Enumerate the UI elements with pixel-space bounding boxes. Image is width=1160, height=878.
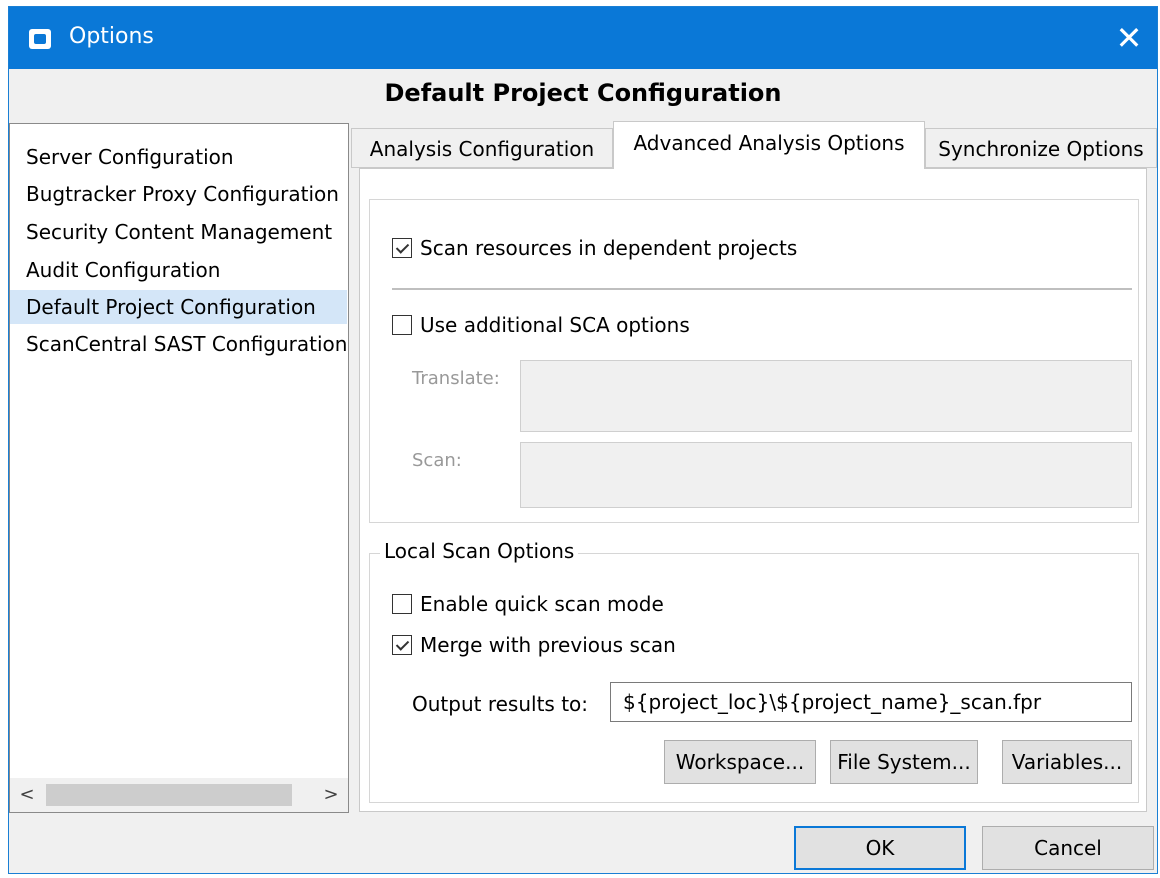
nav-item-default-project-configuration[interactable]: Default Project Configuration bbox=[10, 290, 347, 324]
use-sca-checkbox-row[interactable]: Use additional SCA options bbox=[392, 313, 690, 337]
scan-input[interactable] bbox=[520, 442, 1132, 508]
scroll-left-arrow-icon[interactable]: < bbox=[10, 778, 44, 812]
local-scan-options-legend: Local Scan Options bbox=[380, 539, 579, 563]
ok-button[interactable]: OK bbox=[794, 826, 966, 870]
scrollbar-thumb[interactable] bbox=[46, 784, 292, 806]
app-icon bbox=[29, 29, 51, 49]
advanced-analysis-panel: Scan resources in dependent projects Use… bbox=[359, 168, 1147, 812]
translate-label: Translate: bbox=[412, 368, 500, 389]
tab-analysis-configuration[interactable]: Analysis Configuration bbox=[351, 128, 613, 168]
options-dialog: Options ✕ Default Project Configuration … bbox=[8, 6, 1158, 874]
local-scan-options-group: Local Scan Options Enable quick scan mod… bbox=[369, 539, 1139, 803]
output-results-input[interactable]: ${project_loc}\${project_name}_scan.fpr bbox=[610, 682, 1132, 722]
merge-checkbox-row[interactable]: Merge with previous scan bbox=[392, 633, 676, 657]
nav-item-audit-configuration[interactable]: Audit Configuration bbox=[10, 253, 347, 287]
quick-scan-label: Enable quick scan mode bbox=[420, 592, 664, 616]
use-sca-checkbox[interactable] bbox=[392, 315, 412, 335]
title-bar[interactable]: Options ✕ bbox=[9, 7, 1157, 69]
quick-scan-checkbox-row[interactable]: Enable quick scan mode bbox=[392, 592, 664, 616]
scan-dependent-label: Scan resources in dependent projects bbox=[420, 236, 798, 260]
quick-scan-checkbox[interactable] bbox=[392, 594, 412, 614]
tab-synchronize-options[interactable]: Synchronize Options bbox=[925, 128, 1157, 168]
use-sca-label: Use additional SCA options bbox=[420, 313, 690, 337]
horizontal-scrollbar[interactable]: < > bbox=[10, 778, 348, 812]
preferences-nav-list[interactable]: Server Configuration Bugtracker Proxy Co… bbox=[9, 123, 349, 813]
tab-advanced-analysis-options[interactable]: Advanced Analysis Options bbox=[613, 121, 925, 169]
scan-dependent-checkbox[interactable] bbox=[392, 238, 412, 258]
merge-checkbox[interactable] bbox=[392, 635, 412, 655]
scroll-right-arrow-icon[interactable]: > bbox=[314, 778, 348, 812]
nav-item-scancentral-sast-configuration[interactable]: ScanCentral SAST Configuration bbox=[10, 327, 347, 361]
cancel-button[interactable]: Cancel bbox=[982, 826, 1154, 870]
workspace-button[interactable]: Workspace... bbox=[664, 740, 816, 784]
page-title: Default Project Configuration bbox=[384, 79, 782, 107]
scan-dependent-checkbox-row[interactable]: Scan resources in dependent projects bbox=[392, 236, 797, 260]
close-button[interactable]: ✕ bbox=[1101, 7, 1157, 69]
scan-label: Scan: bbox=[412, 450, 462, 471]
translate-input[interactable] bbox=[520, 360, 1132, 432]
output-results-label: Output results to: bbox=[412, 692, 589, 716]
nav-item-security-content-management[interactable]: Security Content Management bbox=[10, 215, 347, 249]
window-title: Options bbox=[69, 24, 154, 49]
merge-label: Merge with previous scan bbox=[420, 633, 676, 657]
analysis-options-group: Scan resources in dependent projects Use… bbox=[369, 199, 1139, 523]
file-system-button[interactable]: File System... bbox=[830, 740, 978, 784]
variables-button[interactable]: Variables... bbox=[1002, 740, 1132, 784]
separator bbox=[392, 288, 1132, 290]
nav-item-bugtracker-proxy-configuration[interactable]: Bugtracker Proxy Configuration bbox=[10, 177, 347, 211]
nav-item-server-configuration[interactable]: Server Configuration bbox=[10, 140, 347, 174]
